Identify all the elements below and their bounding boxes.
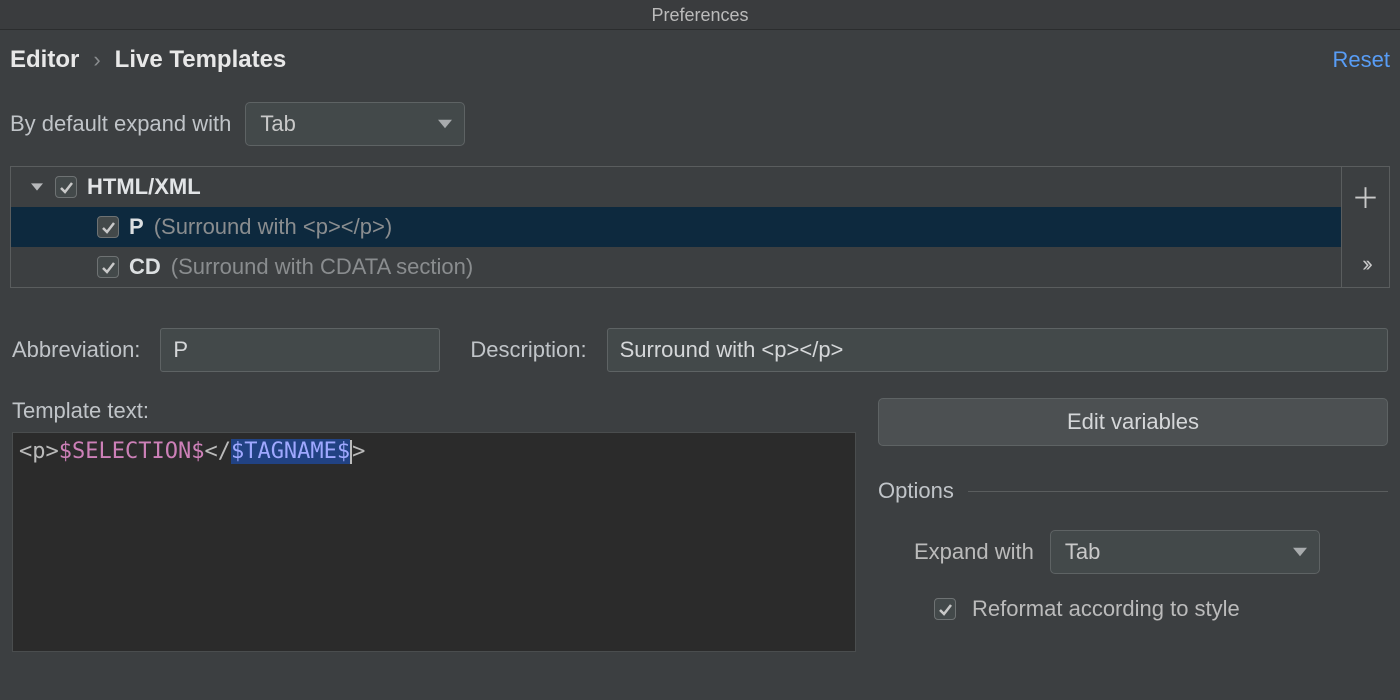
- item-abbr: CD: [129, 254, 161, 280]
- more-actions-button[interactable]: ››: [1362, 251, 1369, 277]
- group-label: HTML/XML: [87, 174, 201, 200]
- item-abbr: P: [129, 214, 144, 240]
- item-checkbox[interactable]: [97, 216, 119, 238]
- reformat-label: Reformat according to style: [972, 596, 1240, 622]
- divider: [968, 491, 1388, 492]
- template-item-p[interactable]: P (Surround with <p></p>): [11, 207, 1341, 247]
- disclosure-down-icon[interactable]: [29, 181, 45, 193]
- add-template-button[interactable]: ＋: [1351, 177, 1379, 217]
- item-desc: (Surround with <p></p>): [154, 214, 392, 240]
- reformat-checkbox[interactable]: [934, 598, 956, 620]
- chevron-down-icon: [438, 111, 452, 137]
- item-desc: (Surround with CDATA section): [171, 254, 473, 280]
- options-heading: Options: [878, 478, 954, 504]
- code-variable-selected: $TAGNAME$: [231, 439, 350, 464]
- chevron-down-icon: [1293, 539, 1307, 565]
- code-token: </: [204, 439, 231, 464]
- code-variable: $SELECTION$: [59, 439, 205, 464]
- default-expand-value: Tab: [260, 111, 295, 137]
- description-label: Description:: [470, 337, 586, 363]
- expand-with-value: Tab: [1065, 539, 1100, 565]
- description-input[interactable]: [607, 328, 1388, 372]
- template-item-cd[interactable]: CD (Surround with CDATA section): [11, 247, 1341, 287]
- item-checkbox[interactable]: [97, 256, 119, 278]
- breadcrumb-root[interactable]: Editor: [10, 46, 79, 74]
- group-checkbox[interactable]: [55, 176, 77, 198]
- template-text-label: Template text:: [12, 398, 856, 424]
- reset-link[interactable]: Reset: [1333, 47, 1390, 73]
- code-token: >: [352, 439, 365, 464]
- expand-with-label: Expand with: [914, 539, 1034, 565]
- edit-variables-button[interactable]: Edit variables: [878, 398, 1388, 446]
- breadcrumb-page: Live Templates: [115, 46, 287, 74]
- code-token: <p>: [19, 439, 59, 464]
- expand-with-select[interactable]: Tab: [1050, 530, 1320, 574]
- templates-tree: HTML/XML P (Surround with <p></p>) CD (S…: [10, 166, 1390, 288]
- default-expand-select[interactable]: Tab: [245, 102, 465, 146]
- template-text-editor[interactable]: <p>$SELECTION$</$TAGNAME$>: [12, 432, 856, 652]
- abbreviation-label: Abbreviation:: [12, 337, 140, 363]
- template-group-htmlxml[interactable]: HTML/XML: [11, 167, 1341, 207]
- default-expand-label: By default expand with: [10, 111, 231, 137]
- chevron-right-icon: ›: [93, 47, 100, 73]
- abbreviation-input[interactable]: [160, 328, 440, 372]
- breadcrumb: Editor › Live Templates: [10, 46, 286, 74]
- window-title: Preferences: [0, 0, 1400, 30]
